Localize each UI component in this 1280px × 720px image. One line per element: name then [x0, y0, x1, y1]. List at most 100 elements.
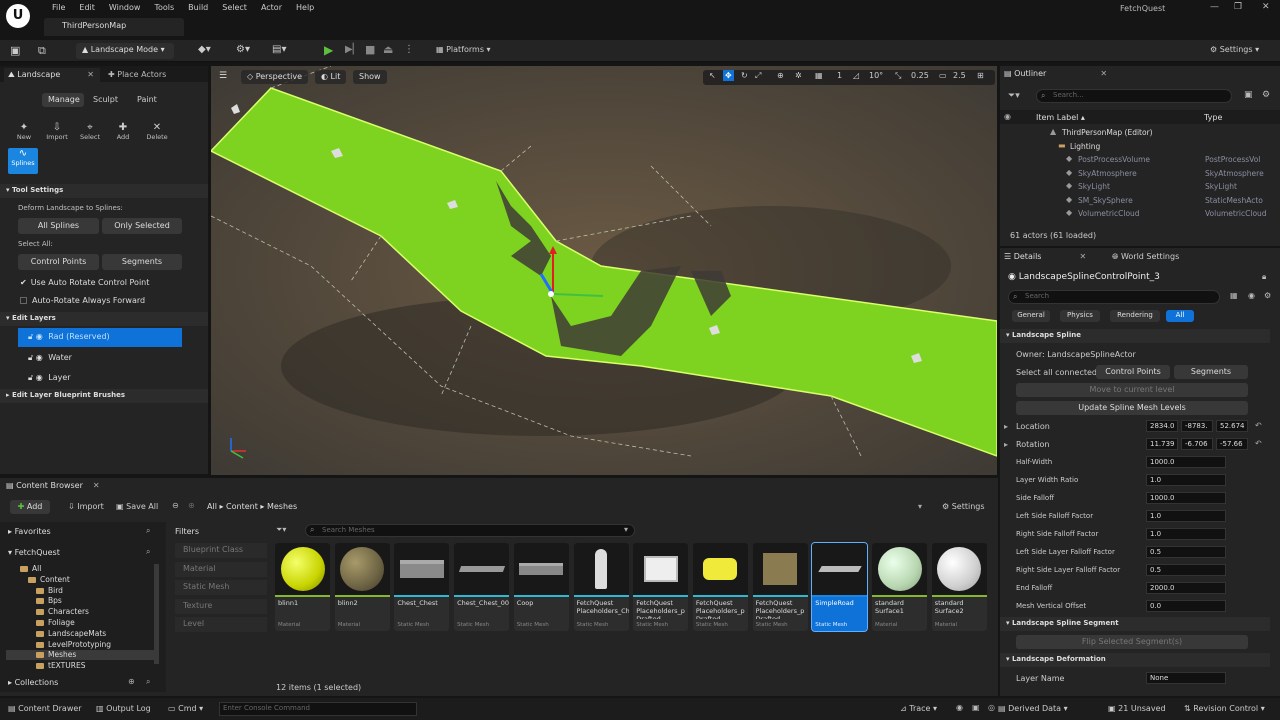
play-icon[interactable]: ▶ — [324, 43, 333, 57]
tool-delete[interactable]: ✕ Delete — [143, 122, 171, 141]
rotate-icon[interactable]: ↻ — [741, 71, 748, 80]
filter-general[interactable]: General — [1012, 310, 1050, 322]
mode-sculpt[interactable]: Sculpt — [93, 95, 118, 104]
item-label-column[interactable]: Item Label ▴ — [1036, 113, 1085, 122]
filter-chip[interactable]: Static Mesh — [175, 580, 267, 595]
asset-tile[interactable]: Coop Static Mesh — [513, 543, 569, 631]
eye-icon[interactable]: ◉ — [1248, 291, 1255, 300]
asset-tile[interactable]: FetchQuest Placeholders_p Drafted Static … — [752, 543, 808, 631]
location-z-input[interactable]: 52.674 — [1216, 420, 1248, 432]
tab-place-actors[interactable]: ✚ Place Actors — [108, 70, 166, 79]
outliner-search-input[interactable]: Search... — [1036, 89, 1232, 103]
flip-segment-button[interactable]: Flip Selected Segment(s) — [1016, 635, 1248, 649]
segments-button[interactable]: Segments — [1174, 365, 1248, 379]
asset-tile[interactable]: SimpleRoad Static Mesh — [811, 542, 869, 632]
details-search-input[interactable]: Search — [1008, 290, 1220, 304]
content-drawer-button[interactable]: ▤ Content Drawer — [8, 704, 82, 713]
content-icon[interactable]: ⧉ — [38, 44, 46, 58]
location-x-input[interactable]: 2834.0 — [1146, 420, 1178, 432]
move-to-level-button[interactable]: Move to current level — [1016, 383, 1248, 397]
property-value-input[interactable]: 1.0 — [1146, 528, 1226, 540]
unsaved-button[interactable]: ▣ 21 Unsaved — [1108, 704, 1166, 713]
asset-tile[interactable]: Chest_Chest_001 Static Mesh — [454, 543, 510, 631]
control-points-button[interactable]: Control Points — [1096, 365, 1170, 379]
property-value-input[interactable]: 1000.0 — [1146, 456, 1226, 468]
filter-chip[interactable]: Level — [175, 617, 267, 632]
search-icon[interactable]: ⌕ — [146, 547, 150, 557]
dropdown-icon[interactable]: ▾ — [624, 525, 628, 534]
folder-tree-item[interactable]: Foliage — [6, 618, 154, 628]
cb-settings-button[interactable]: ⚙ Settings — [942, 502, 985, 511]
folder-tree-item[interactable]: LandscapeMats — [6, 629, 154, 639]
landscape-deformation-section[interactable]: ▾ Landscape Deformation — [1000, 653, 1270, 667]
edit-layers-header[interactable]: ▾ Edit Layers — [0, 312, 208, 326]
close-tab-icon[interactable]: ✕ — [87, 70, 94, 79]
import-button[interactable]: ⇩ Import — [68, 502, 104, 511]
tab-details[interactable]: ☰ Details ✕ — [1004, 252, 1086, 261]
menu-item-file[interactable]: File — [45, 2, 72, 13]
spline-segment-section[interactable]: ▾ Landscape Spline Segment — [1000, 617, 1270, 631]
grid-snap-value[interactable]: 1 — [837, 71, 842, 80]
close-tab-icon[interactable]: ✕ — [1100, 69, 1107, 78]
cinematics-icon[interactable]: ▤▾ — [272, 44, 286, 55]
folder-tree-item[interactable]: Bird — [6, 586, 154, 596]
expand-rotation-icon[interactable]: ▸ — [1004, 440, 1008, 449]
eye-icon[interactable]: ◉ — [36, 332, 43, 341]
project-header[interactable]: ▾ FetchQuest — [8, 548, 60, 557]
output-log-button[interactable]: ▥ Output Log — [96, 704, 151, 713]
stop-record-icon[interactable]: ▣ — [972, 703, 980, 712]
save-all-button[interactable]: ▣ Save All — [116, 502, 158, 511]
tab-landscape[interactable]: ⛰ Landscape ✕ — [4, 68, 100, 84]
add-folder-icon[interactable]: ▣ — [1244, 90, 1253, 100]
cmd-dropdown[interactable]: ▭ Cmd ▾ — [168, 704, 203, 713]
outliner-row[interactable]: ◆ VolumetricCloud VolumetricCloud — [1000, 207, 1280, 220]
menu-item-build[interactable]: Build — [181, 2, 215, 13]
angle-snap-icon[interactable]: ◿ — [853, 71, 859, 80]
tool-select[interactable]: ⌖ Select — [77, 122, 103, 141]
close-window-icon[interactable]: ✕ — [1262, 2, 1270, 12]
layer-row-water[interactable]: 🔓︎ ◉ Water — [18, 350, 182, 368]
camera-speed-value[interactable]: 2.5 — [953, 71, 966, 80]
step-icon[interactable]: ▶▏ — [345, 44, 360, 55]
filter-all[interactable]: All — [1166, 310, 1194, 322]
filter-chip[interactable]: Blueprint Class — [175, 543, 267, 558]
select-mode-icon[interactable]: ↖ — [709, 71, 716, 80]
trace-button[interactable]: ⊿ Trace ▾ — [900, 704, 937, 713]
asset-tile[interactable]: FetchQuest Placeholders_p Drafted Static … — [692, 543, 748, 631]
outliner-row[interactable]: ◆ SkyLight SkyLight — [1000, 180, 1280, 193]
expand-location-icon[interactable]: ▸ — [1004, 422, 1008, 431]
layer-row-layer[interactable]: 🔓︎ ◉ Layer — [18, 370, 182, 388]
search-icon[interactable]: ⌕ — [146, 526, 150, 536]
mode-manage[interactable]: Manage — [42, 93, 84, 107]
folder-tree-item[interactable]: Content — [6, 575, 154, 585]
viewport[interactable]: ☰ ◇ Perspective ◐ Lit Show ↖ ✥ ↻ ⤢ ⊕ ✲ ▦… — [211, 66, 997, 475]
lock-details-icon[interactable]: 🔒︎ — [1262, 272, 1266, 282]
only-selected-button[interactable]: Only Selected — [102, 218, 182, 234]
eye-icon[interactable]: ◉ — [36, 373, 43, 382]
asset-search-input[interactable]: Search Meshes — [305, 524, 635, 537]
search-icon[interactable]: ⌕ — [146, 677, 150, 687]
reset-icon[interactable]: ↶ — [1255, 421, 1262, 430]
perspective-button[interactable]: ◇ Perspective — [241, 70, 309, 84]
screenshot-icon[interactable]: ◎ — [988, 703, 995, 712]
folder-tree-item[interactable]: All — [6, 564, 154, 574]
tool-import[interactable]: ⇩ Import — [44, 122, 70, 141]
property-value-input[interactable]: 2000.0 — [1146, 582, 1226, 594]
eye-icon[interactable]: ◉ — [36, 353, 43, 362]
more-options-icon[interactable]: ⋮ — [404, 44, 414, 55]
viewport-layout-icon[interactable]: ⊞ — [977, 71, 984, 80]
grid-view-icon[interactable]: ▦ — [1230, 291, 1238, 300]
angle-snap-value[interactable]: 10° — [869, 71, 883, 80]
property-value-input[interactable]: 1000.0 — [1146, 492, 1226, 504]
outliner-row[interactable]: ▬ Lighting — [1000, 140, 1280, 153]
folder-tree-item[interactable]: Meshes — [6, 650, 154, 661]
type-column[interactable]: Type — [1204, 113, 1222, 122]
asset-tile[interactable]: FetchQuest Placeholders_p Drafted Static … — [633, 543, 689, 631]
surface-snap-icon[interactable]: ✲ — [795, 71, 802, 80]
menu-item-actor[interactable]: Actor — [254, 2, 289, 13]
asset-tile[interactable]: blinn1 Material — [275, 543, 330, 631]
outliner-settings-icon[interactable]: ⚙ — [1262, 90, 1270, 100]
tool-splines[interactable]: ∿ Splines — [8, 148, 38, 174]
add-actor-icon[interactable]: ◆▾ — [198, 44, 211, 55]
asset-tile[interactable]: blinn2 Material — [334, 543, 390, 631]
